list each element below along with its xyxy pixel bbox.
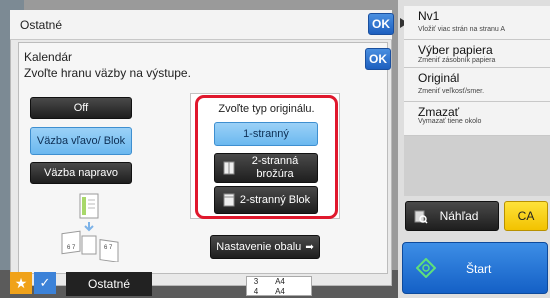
one-sided-button[interactable]: 1-stranný bbox=[214, 122, 318, 146]
binding-illustration-icon: 6 7 6 7 bbox=[61, 193, 119, 262]
two-sided-booklet-button[interactable]: 2-stranná brožúra bbox=[214, 153, 318, 183]
menu-item-title: Originál bbox=[418, 71, 460, 85]
menu-item-paper-select[interactable]: Výber papiera Zmeniť zásobník papiera bbox=[404, 40, 550, 68]
menu-item-title: Nv1 bbox=[418, 9, 440, 23]
checkmark-icon[interactable]: ✓ bbox=[34, 272, 56, 294]
cover-settings-button[interactable]: Nastavenie obalu ➡ bbox=[210, 235, 320, 259]
favorite-star-icon[interactable]: ★ bbox=[10, 272, 32, 294]
menu-item-erase[interactable]: Zmazať Vymazať tiene okolo bbox=[404, 102, 550, 136]
start-label: Štart bbox=[466, 262, 492, 276]
outer-dialog-title: Ostatné bbox=[20, 18, 63, 32]
inner-ok-button[interactable]: OK bbox=[365, 48, 391, 70]
binding-off-button[interactable]: Off bbox=[30, 97, 132, 119]
tray-row: 4 A4 bbox=[247, 287, 311, 296]
tray-number: 4 bbox=[253, 287, 259, 296]
tray-size: A4 bbox=[275, 277, 285, 286]
booklet-icon bbox=[223, 161, 235, 175]
two-sided-pad-button[interactable]: 2-stranný Blok bbox=[214, 186, 318, 214]
menu-item-subtitle: Vložiť viac strán na stranu A bbox=[418, 26, 506, 33]
right-panel-empty-area bbox=[404, 136, 550, 196]
two-sided-booklet-label: 2-stranná brožúra bbox=[251, 155, 299, 180]
two-sided-pad-label: 2-stranný Blok bbox=[239, 193, 311, 206]
paper-tray-status: 3 A4 4 A4 bbox=[246, 276, 312, 296]
others-tab[interactable]: Ostatné bbox=[66, 272, 152, 296]
menu-item-original[interactable]: Originál Zmeniť veľkosť/smer. bbox=[404, 68, 550, 102]
preview-button[interactable]: Náhľad bbox=[405, 201, 499, 231]
inner-dialog-subtitle: Zvoľte hranu väzby na výstupe. bbox=[24, 66, 191, 80]
arrow-right-icon: ➡ bbox=[305, 241, 314, 253]
clear-all-button[interactable]: CA bbox=[504, 201, 548, 231]
svg-text:6 7: 6 7 bbox=[67, 245, 76, 251]
binding-left-button[interactable]: Väzba vľavo/ Blok bbox=[30, 127, 132, 155]
preview-label: Náhľad bbox=[439, 208, 479, 223]
inner-dialog-title: Kalendár bbox=[24, 50, 73, 64]
tray-size: A4 bbox=[275, 287, 285, 296]
menu-item-subtitle: Zmeniť veľkosť/smer. bbox=[418, 88, 485, 95]
pad-icon bbox=[223, 193, 235, 207]
menu-item-subtitle: Zmeniť zásobník papiera bbox=[418, 57, 496, 64]
svg-text:6 7: 6 7 bbox=[104, 245, 113, 251]
menu-item-title: Zmazať bbox=[418, 105, 460, 119]
binding-right-button[interactable]: Väzba napravo bbox=[30, 162, 132, 184]
menu-item-title: Výber papiera bbox=[418, 43, 493, 57]
menu-item-nup[interactable]: Nv1 Vložiť viac strán na stranu A bbox=[404, 6, 550, 40]
tray-row: 3 A4 bbox=[247, 277, 311, 286]
cover-settings-label: Nastavenie obalu bbox=[216, 240, 302, 253]
menu-item-subtitle: Vymazať tiene okolo bbox=[418, 118, 482, 125]
original-type-title: Zvoľte typ originálu. bbox=[218, 103, 315, 115]
start-icon bbox=[416, 258, 436, 278]
preview-icon bbox=[414, 210, 428, 224]
tray-number: 3 bbox=[253, 277, 259, 286]
outer-title-bar bbox=[10, 10, 392, 40]
outer-ok-button[interactable]: OK bbox=[368, 13, 394, 35]
